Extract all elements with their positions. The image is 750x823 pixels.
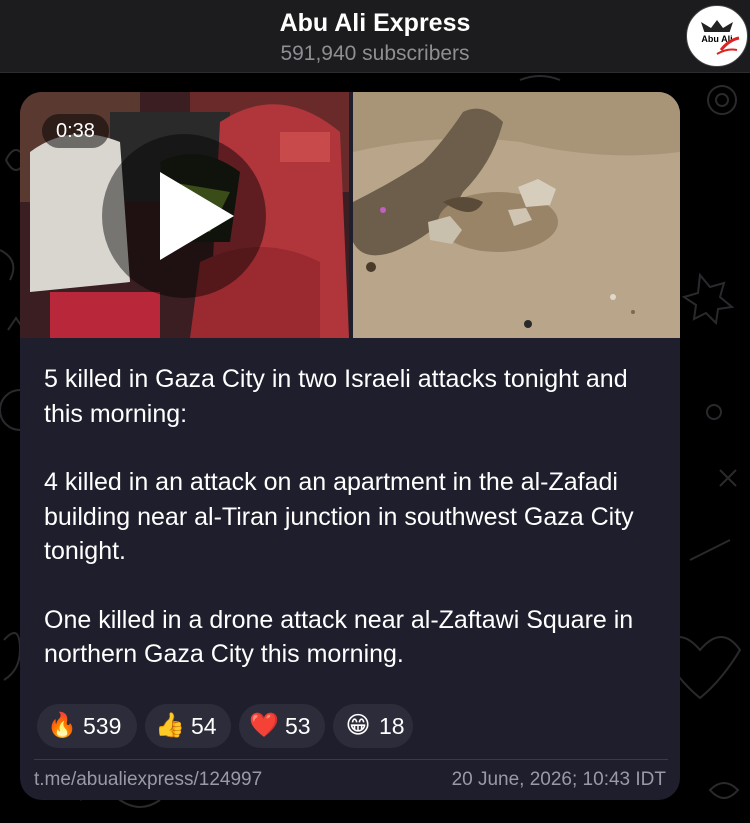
reaction-fire[interactable]: 🔥 539 — [37, 704, 137, 748]
video-duration: 0:38 — [42, 114, 109, 148]
message-paragraph: 5 killed in Gaza City in two Israeli att… — [44, 365, 628, 428]
fire-icon: 🔥 — [47, 712, 77, 739]
avatar-logo: Abu Ali — [688, 7, 746, 65]
reaction-count: 53 — [285, 713, 311, 739]
reaction-heart[interactable]: ❤️ 53 — [239, 704, 325, 748]
photo-thumbnail[interactable] — [353, 92, 680, 338]
reaction-grin[interactable]: 😁 18 — [333, 704, 413, 748]
reaction-count: 54 — [191, 713, 217, 739]
channel-header: Abu Ali Express 591,940 subscribers Abu … — [0, 0, 750, 73]
reaction-count: 539 — [83, 713, 122, 739]
video-thumbnail[interactable]: 0:38 — [20, 92, 349, 338]
post-link[interactable]: t.me/abualiexpress/124997 — [34, 769, 262, 791]
grin-icon: 😁 — [345, 712, 371, 739]
reaction-count: 18 — [379, 713, 405, 739]
message-bubble: 0:38 5 killed in Gaza City in two Israel… — [20, 92, 680, 800]
message-paragraph: One killed in a drone attack near al-Zaf… — [44, 605, 634, 669]
reaction-thumbs-up[interactable]: 👍 54 — [145, 704, 231, 748]
heart-icon: ❤️ — [249, 712, 279, 739]
play-button[interactable] — [102, 134, 266, 298]
media-group: 0:38 — [20, 92, 680, 338]
subscriber-count: 591,940 subscribers — [280, 42, 470, 65]
message-text: 5 killed in Gaza City in two Israeli att… — [44, 362, 664, 672]
footer-divider — [34, 759, 668, 760]
post-timestamp: 20 June, 2026; 10:43 IDT — [451, 769, 666, 790]
thumbs-up-icon: 👍 — [155, 712, 185, 739]
play-icon — [160, 172, 234, 260]
message-paragraph: 4 killed in an attack on an apartment in… — [44, 468, 634, 565]
channel-avatar[interactable]: Abu Ali — [686, 5, 748, 67]
channel-title[interactable]: Abu Ali Express — [0, 9, 750, 38]
